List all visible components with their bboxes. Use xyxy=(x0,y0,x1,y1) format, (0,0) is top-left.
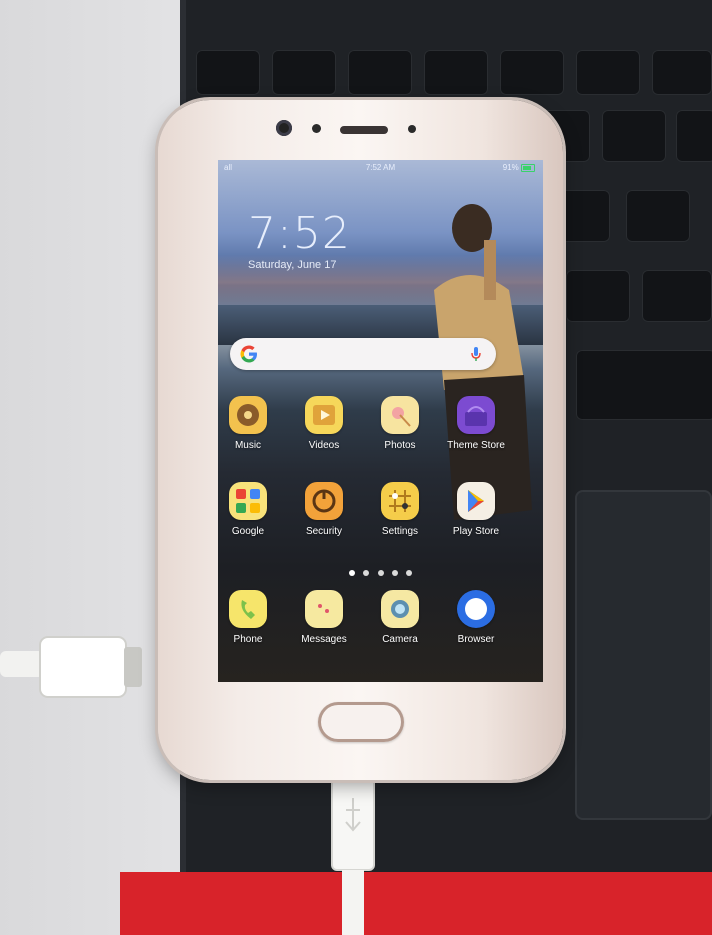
settings-icon xyxy=(381,482,419,520)
phone-icon xyxy=(229,590,267,628)
laptop-key xyxy=(566,270,630,322)
google-logo-icon xyxy=(240,345,257,363)
app-label: Security xyxy=(305,526,343,537)
page-dot[interactable] xyxy=(377,570,384,576)
mic-icon[interactable] xyxy=(470,346,482,362)
usb-cable-bottom xyxy=(331,770,375,935)
home-button[interactable] xyxy=(318,702,404,742)
google-folder-icon xyxy=(229,482,267,520)
laptop-key xyxy=(676,110,712,162)
photos-icon xyxy=(381,396,419,434)
laptop-key xyxy=(576,350,712,420)
page-dot[interactable] xyxy=(406,570,413,576)
page-dot[interactable] xyxy=(348,570,355,576)
app-label: Settings xyxy=(381,526,419,537)
dock-phone[interactable]: Phone xyxy=(218,590,288,645)
page-dot[interactable] xyxy=(391,570,398,576)
app-label: Videos xyxy=(308,440,340,451)
app-google-folder[interactable]: Google xyxy=(218,482,288,537)
music-icon xyxy=(229,396,267,434)
laptop-key xyxy=(424,50,488,95)
laptop-key xyxy=(576,50,640,95)
app-label: Browser xyxy=(457,634,495,645)
security-icon xyxy=(305,482,343,520)
camera-icon xyxy=(381,590,419,628)
app-play-store[interactable]: Play Store xyxy=(436,482,516,537)
theme-store-icon xyxy=(457,396,495,434)
app-label: Camera xyxy=(382,634,418,645)
laptop-key xyxy=(652,50,712,95)
laptop-key xyxy=(196,50,260,95)
battery-percent: 91% xyxy=(502,163,519,172)
app-label: Messages xyxy=(301,634,347,645)
status-bar: all 7:52 AM 91% xyxy=(218,160,543,176)
google-search-bar[interactable] xyxy=(230,338,496,370)
status-right: 91% xyxy=(503,163,535,172)
laptop-trackpad xyxy=(575,490,712,820)
dock-messages[interactable]: Messages xyxy=(284,590,364,645)
laptop-key xyxy=(348,50,412,95)
status-time: 7:52 AM xyxy=(365,163,396,172)
page-indicator xyxy=(218,563,543,581)
earpiece xyxy=(340,126,388,134)
app-settings[interactable]: Settings xyxy=(360,482,440,537)
laptop-key xyxy=(602,110,666,162)
messages-icon xyxy=(305,590,343,628)
laptop-key xyxy=(272,50,336,95)
browser-icon xyxy=(457,590,495,628)
page-dot[interactable] xyxy=(363,570,370,576)
app-music[interactable]: Music xyxy=(218,396,288,451)
lockscreen-date: Saturday, June 17 xyxy=(248,259,337,271)
app-label: Phone xyxy=(233,634,263,645)
app-label: Google xyxy=(231,526,265,537)
laptop-key xyxy=(642,270,712,322)
front-camera-icon xyxy=(276,120,292,136)
usb-cable-left xyxy=(0,636,142,698)
proximity-sensor xyxy=(408,125,416,133)
dock-camera[interactable]: Camera xyxy=(360,590,440,645)
laptop-key xyxy=(626,190,690,242)
laptop-base-red xyxy=(120,872,712,935)
battery-icon xyxy=(521,163,535,172)
front-camera-secondary-icon xyxy=(312,124,321,133)
app-label: Music xyxy=(234,440,262,451)
app-label: Play Store xyxy=(452,526,500,537)
play-store-icon xyxy=(457,482,495,520)
app-security[interactable]: Security xyxy=(284,482,364,537)
app-photos[interactable]: Photos xyxy=(360,396,440,451)
app-videos[interactable]: Videos xyxy=(284,396,364,451)
videos-icon xyxy=(305,396,343,434)
app-theme-store[interactable]: Theme Store xyxy=(436,396,516,451)
laptop-key xyxy=(500,50,564,95)
phone-screen: all 7:52 AM 91% 7:52 Saturday, June 17 M… xyxy=(218,160,543,682)
dock-browser[interactable]: Browser xyxy=(436,590,516,645)
app-label: Theme Store xyxy=(447,440,505,451)
lockscreen-clock: 7:52 xyxy=(248,208,351,259)
app-label: Photos xyxy=(384,440,416,451)
